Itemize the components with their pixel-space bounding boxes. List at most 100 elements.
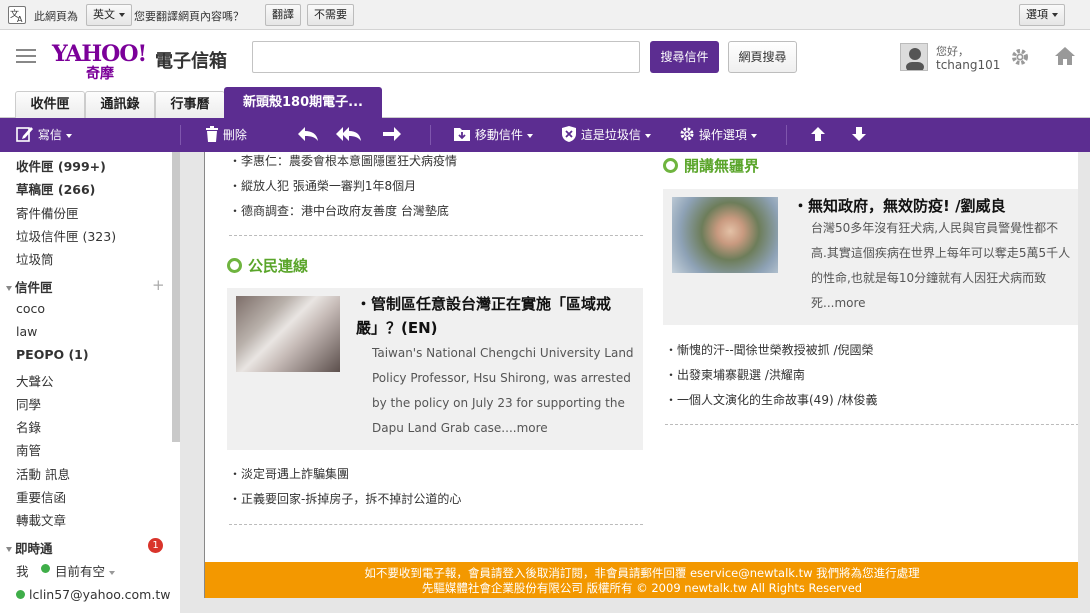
language-select[interactable]: 英文 xyxy=(86,4,132,26)
sidebar-item-megaphone[interactable]: 大聲公 xyxy=(16,371,54,390)
sidebar-item-peopo[interactable]: PEOPO (1) xyxy=(16,347,89,362)
sidebar-item-directory[interactable]: 名錄 xyxy=(16,417,41,436)
tab-calendar[interactable]: 行事曆 xyxy=(155,91,225,118)
sidebar: 收件匣 (999+) 草稿匣 (266) 寄件備份匣 垃圾信件匣 (323) 垃… xyxy=(0,152,180,613)
translate-options-button[interactable]: 選項 xyxy=(1019,4,1065,26)
tab-newsletter[interactable]: 新頭殼180期電子... xyxy=(224,87,382,118)
sidebar-item-law[interactable]: law xyxy=(16,324,37,339)
translate-icon: 文A xyxy=(8,6,26,24)
gear-icon[interactable] xyxy=(1010,47,1030,70)
news-link[interactable]: ・淡定哥遇上詐騙集團 xyxy=(229,465,349,482)
forward-icon[interactable] xyxy=(382,118,402,152)
newsletter-body: ・李惠仁：農委會根本意圖隱匿狂犬病疫情 ・縱放人犯 張通榮一審判1年8個月 ・德… xyxy=(204,152,1078,598)
svg-text:A: A xyxy=(17,15,23,23)
home-icon[interactable] xyxy=(1054,46,1076,69)
sidebar-item-sent[interactable]: 寄件備份匣 xyxy=(16,203,79,222)
toolbar-divider xyxy=(430,125,431,145)
compose-button[interactable]: 寫信 xyxy=(16,118,72,152)
compose-icon xyxy=(16,127,33,142)
news-link[interactable]: ・慚愧的汗--聞徐世榮教授被抓 /倪國榮 xyxy=(665,341,874,358)
news-link[interactable]: ・出發柬埔寨觀選 /洪耀南 xyxy=(665,366,805,383)
reply-icon[interactable] xyxy=(297,118,319,152)
chevron-down-icon xyxy=(119,13,125,17)
divider xyxy=(229,524,643,525)
sidebar-item-coco[interactable]: coco xyxy=(16,301,45,316)
opinion-summary[interactable]: 台灣50多年沒有狂犬病,人民與官員警覺性都不高.其實這個疾病在世界上每年可以奪走… xyxy=(811,216,1073,316)
next-mail-icon[interactable] xyxy=(851,118,867,152)
ring-icon xyxy=(663,158,678,173)
gear-icon xyxy=(680,127,694,141)
opinion-headline[interactable]: ・無知政府，無效防疫! /劉威良 xyxy=(793,194,1078,218)
tab-contacts[interactable]: 通訊錄 xyxy=(85,91,155,118)
shield-block-icon xyxy=(562,126,576,142)
divider xyxy=(665,424,1078,425)
app-name: 電子信箱 xyxy=(155,51,227,72)
yahoo-logo[interactable]: YAHOO! 奇摩 xyxy=(52,41,152,82)
sidebar-item-drafts[interactable]: 草稿匣 (266) xyxy=(16,179,95,198)
divider xyxy=(229,235,643,236)
notification-badge[interactable]: 1 xyxy=(148,538,163,553)
chevron-down-icon xyxy=(1052,13,1058,17)
reply-all-icon[interactable] xyxy=(336,118,362,152)
footer-unsubscribe-note: 如不要收到電子報，會員請登入後取消訂閱，非會員請郵件回覆 eservice@ne… xyxy=(364,566,920,580)
header: YAHOO! 奇摩 電子信箱 搜尋信件 網頁搜尋 您好， tchang101 xyxy=(0,31,1090,87)
greeting: 您好， xyxy=(936,45,969,58)
sidebar-item-spam[interactable]: 垃圾信件匣 (323) xyxy=(16,226,116,245)
news-link[interactable]: ・正義要回家-拆掉房子，拆不掉討公道的心 xyxy=(229,490,461,507)
sidebar-item-important[interactable]: 重要信函 xyxy=(16,487,66,506)
sidebar-item-nanguan[interactable]: 南管 xyxy=(16,440,41,459)
translate-prefix: 此網頁為 xyxy=(34,10,78,23)
toolbar-divider xyxy=(786,125,787,145)
search-mail-button[interactable]: 搜尋信件 xyxy=(650,41,719,73)
trash-icon xyxy=(206,126,218,142)
mark-spam-button[interactable]: 這是垃圾信 xyxy=(561,118,651,152)
add-folder-icon[interactable]: + xyxy=(152,276,165,294)
chevron-down-icon xyxy=(526,133,533,138)
chevron-down-icon xyxy=(750,133,757,138)
mailbox-section-header[interactable]: 信件匣 xyxy=(6,277,53,296)
web-search-button[interactable]: 網頁搜尋 xyxy=(728,41,797,73)
triangle-down-icon xyxy=(6,286,12,291)
sidebar-item-trash[interactable]: 垃圾筒 xyxy=(16,249,54,268)
sidebar-item-events[interactable]: 活動 訊息 xyxy=(16,464,70,483)
ring-icon xyxy=(227,258,242,273)
tab-inbox[interactable]: 收件匣 xyxy=(15,91,85,118)
sidebar-item-reposts[interactable]: 轉載文章 xyxy=(16,510,66,529)
civic-headline[interactable]: ・管制區任意設台灣正在實施「區域戒嚴」？(EN) xyxy=(356,292,642,340)
news-link[interactable]: ・縱放人犯 張通榮一審判1年8個月 xyxy=(229,177,416,194)
translate-button[interactable]: 翻譯 xyxy=(265,4,301,26)
chevron-down-icon xyxy=(65,133,72,138)
footer-copyright: 先驅媒體社會企業股份有限公司 版權所有 © 2009 newtalk.tw Al… xyxy=(421,581,863,595)
news-link[interactable]: ・一個人文演化的生命故事(49) /林俊義 xyxy=(665,391,878,408)
actions-button[interactable]: 操作選項 xyxy=(679,118,757,152)
civic-feature-image[interactable] xyxy=(236,296,340,372)
toolbar-divider xyxy=(180,125,181,145)
newsletter-footer: 如不要收到電子報，會員請登入後取消訂閱，非會員請郵件回覆 eservice@ne… xyxy=(205,562,1078,598)
online-status-icon xyxy=(16,590,25,599)
delete-button[interactable]: 刪除 xyxy=(205,118,247,152)
avatar[interactable] xyxy=(900,43,928,71)
folder-move-icon xyxy=(454,128,470,141)
sidebar-item-inbox[interactable]: 收件匣 (999+) xyxy=(16,156,106,175)
move-mail-button[interactable]: 移動信件 xyxy=(453,118,533,152)
civic-summary[interactable]: Taiwan's National Chengchi University La… xyxy=(372,341,638,441)
sidebar-scrollbar[interactable] xyxy=(172,152,180,442)
news-link[interactable]: ・李惠仁：農委會根本意圖隱匿狂犬病疫情 xyxy=(229,152,457,169)
messenger-section-header[interactable]: 即時通 xyxy=(6,538,53,557)
search-input[interactable] xyxy=(252,41,640,73)
prev-mail-icon[interactable] xyxy=(810,118,826,152)
mail-view: ・李惠仁：農委會根本意圖隱匿狂犬病疫情 ・縱放人犯 張通榮一審判1年8個月 ・德… xyxy=(180,152,1090,613)
username[interactable]: tchang101 xyxy=(936,58,1000,72)
contact-item[interactable]: lclin57@yahoo.com.tw xyxy=(29,587,170,602)
triangle-down-icon xyxy=(6,547,12,552)
me-label: 我 xyxy=(16,564,29,579)
toolbar: 寫信 刪除 移動信件 這是垃圾信 操作選項 xyxy=(0,118,1090,152)
status-select[interactable]: 目前有空 xyxy=(55,561,116,580)
chevron-down-icon xyxy=(109,570,116,575)
news-link[interactable]: ・德商調查：港中台政府友善度 台灣墊底 xyxy=(229,202,449,219)
menu-icon[interactable] xyxy=(16,49,36,63)
sidebar-item-classmates[interactable]: 同學 xyxy=(16,394,41,413)
translate-bar: 文A 此網頁為 英文 您要翻譯網頁內容嗎？ 翻譯 不需要 選項 xyxy=(0,0,1090,30)
decline-translate-button[interactable]: 不需要 xyxy=(307,4,354,26)
opinion-feature-image[interactable] xyxy=(672,197,778,273)
